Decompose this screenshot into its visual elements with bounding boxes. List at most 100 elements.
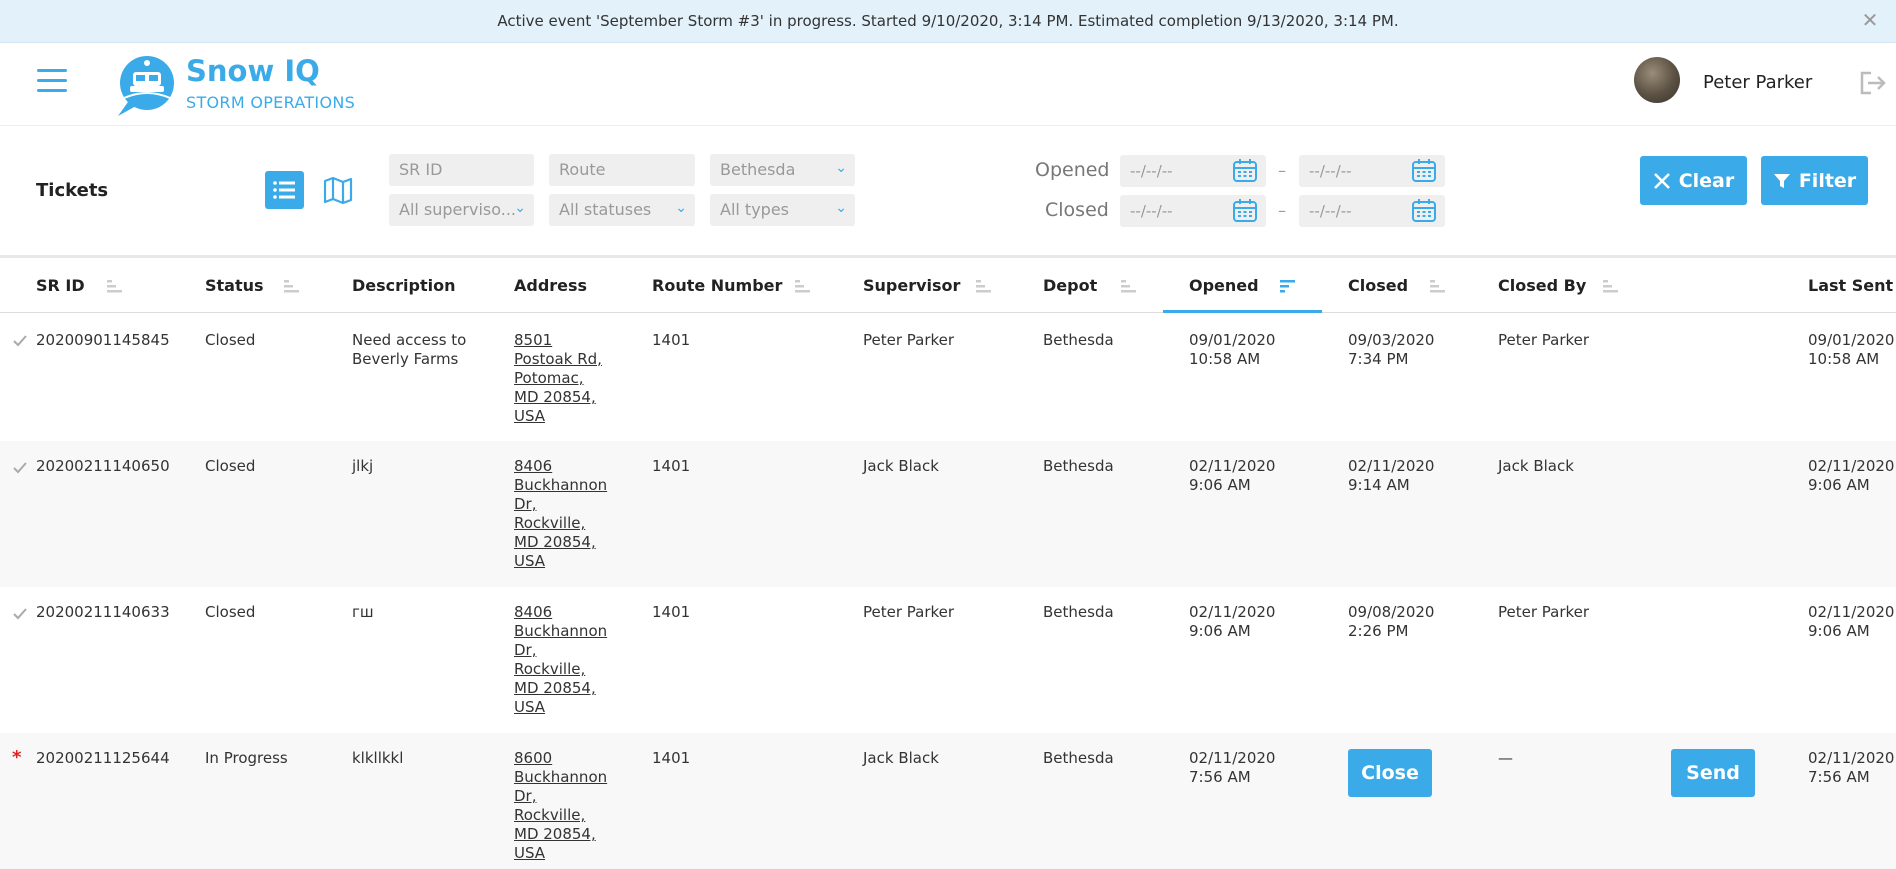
table-row[interactable]: 20200211140650 Closed jlkj 8406 Buckhann… (0, 441, 1896, 587)
depot-cell: Bethesda (1043, 457, 1114, 475)
status-cell: In Progress (205, 749, 288, 767)
sort-icon[interactable] (976, 280, 992, 294)
table-row[interactable]: 20200211140633 Closed гш 8406 Buckhannon… (0, 587, 1896, 733)
close-icon (1653, 172, 1670, 189)
description-cell: гш (352, 603, 374, 621)
route-input[interactable]: Route (549, 154, 695, 186)
closed-to-input[interactable]: --/--/-- (1299, 195, 1445, 227)
sr-id-input[interactable]: SR ID (389, 154, 534, 186)
send-button[interactable]: Send (1671, 749, 1755, 797)
supervisor-select[interactable]: All superviso... ⌄ (389, 194, 534, 226)
column-header-route-number[interactable]: Route Number (652, 276, 782, 295)
sort-icon[interactable] (795, 280, 811, 294)
closed-label: Closed (1045, 199, 1109, 221)
event-banner-message: Active event 'September Storm #3' in pro… (497, 12, 1399, 30)
status-cell: Closed (205, 457, 256, 475)
calendar-icon[interactable] (1232, 158, 1258, 184)
check-icon (13, 335, 27, 347)
sort-active-indicator (1163, 310, 1322, 313)
last-sent-cell: 02/11/2020 9:06 AM (1808, 457, 1895, 494)
description-cell: Need access to Beverly Farms (352, 331, 467, 368)
column-header-supervisor[interactable]: Supervisor (863, 276, 960, 295)
depot-cell: Bethesda (1043, 603, 1114, 621)
sort-active-icon[interactable] (1280, 280, 1296, 294)
column-header-description[interactable]: Description (352, 276, 455, 295)
column-header-depot[interactable]: Depot (1043, 276, 1097, 295)
column-header-address[interactable]: Address (514, 276, 587, 295)
sort-icon[interactable] (1603, 280, 1619, 294)
opened-from-input[interactable]: --/--/-- (1120, 155, 1266, 187)
snow-iq-logo (118, 56, 174, 116)
sort-icon[interactable] (1430, 280, 1446, 294)
check-icon (13, 462, 27, 474)
close-icon[interactable]: ✕ (1860, 10, 1880, 30)
address-link[interactable]: 8501 Postoak Rd, Potomac, MD 20854, USA (514, 331, 624, 426)
user-name[interactable]: Peter Parker (1703, 72, 1812, 93)
closed-by-cell: — (1498, 749, 1513, 767)
table-row[interactable]: 20200901145845 Closed Need access to Bev… (0, 314, 1896, 441)
clear-button[interactable]: Clear (1640, 156, 1747, 205)
hamburger-icon[interactable] (37, 69, 67, 97)
check-icon (13, 608, 27, 620)
status-cell: Closed (205, 331, 256, 349)
description-cell: jlkj (352, 457, 374, 475)
last-sent-cell: 09/01/2020 10:58 AM (1808, 331, 1895, 368)
column-header-sr-id[interactable]: SR ID (36, 276, 85, 295)
list-view-icon (273, 181, 295, 199)
route-cell: 1401 (652, 331, 691, 349)
route-cell: 1401 (652, 603, 691, 621)
app-header: Snow IQ STORM OPERATIONS Peter Parker (0, 43, 1896, 126)
range-separator: – (1278, 201, 1286, 220)
table-row[interactable]: * 20200211125644 In Progress klkllkkl 86… (0, 733, 1896, 869)
sr-id-cell: 20200211140633 (36, 603, 170, 621)
description-cell: klkllkkl (352, 749, 404, 767)
address-link[interactable]: 8406 Buckhannon Dr, Rockville, MD 20854,… (514, 603, 624, 717)
sort-icon[interactable] (1121, 280, 1137, 294)
sort-icon[interactable] (284, 280, 300, 294)
asterisk-icon: * (12, 747, 22, 768)
sr-id-cell: 20200211125644 (36, 749, 170, 767)
column-header-status[interactable]: Status (205, 276, 264, 295)
column-header-opened[interactable]: Opened (1189, 276, 1259, 295)
status-select[interactable]: All statuses ⌄ (549, 194, 695, 226)
depot-select[interactable]: Bethesda ⌄ (710, 154, 855, 186)
filter-bar: Tickets SR ID Route Bethesda ⌄ All super… (0, 126, 1896, 258)
column-header-last-sent[interactable]: Last Sent (1808, 276, 1893, 295)
supervisor-cell: Jack Black (863, 457, 939, 475)
status-cell: Closed (205, 603, 256, 621)
closed-cell: 09/08/2020 2:26 PM (1348, 603, 1435, 640)
sort-icon[interactable] (107, 280, 123, 294)
calendar-icon[interactable] (1411, 198, 1437, 224)
list-view-button[interactable] (265, 171, 304, 209)
map-view-icon[interactable] (321, 173, 355, 207)
closed-by-cell: Peter Parker (1498, 603, 1590, 621)
range-separator: – (1278, 161, 1286, 180)
chevron-down-icon: ⌄ (514, 200, 526, 216)
logout-icon[interactable] (1859, 71, 1887, 95)
close-ticket-button[interactable]: Close (1348, 749, 1432, 797)
type-select[interactable]: All types ⌄ (710, 194, 855, 226)
closed-cell: 09/03/2020 7:34 PM (1348, 331, 1435, 368)
opened-cell: 02/11/2020 9:06 AM (1189, 457, 1276, 494)
brand-subtitle: STORM OPERATIONS (186, 93, 356, 112)
address-link[interactable]: 8406 Buckhannon Dr, Rockville, MD 20854,… (514, 457, 624, 571)
column-header-closed-by[interactable]: Closed By (1498, 276, 1586, 295)
avatar[interactable] (1634, 57, 1680, 103)
opened-to-input[interactable]: --/--/-- (1299, 155, 1445, 187)
depot-cell: Bethesda (1043, 331, 1114, 349)
opened-cell: 09/01/2020 10:58 AM (1189, 331, 1276, 368)
calendar-icon[interactable] (1411, 158, 1437, 184)
closed-from-input[interactable]: --/--/-- (1120, 195, 1266, 227)
last-sent-cell: 02/11/2020 7:56 AM (1808, 749, 1895, 786)
calendar-icon[interactable] (1232, 198, 1258, 224)
address-link[interactable]: 8600 Buckhannon Dr, Rockville, MD 20854,… (514, 749, 624, 863)
supervisor-cell: Jack Black (863, 749, 939, 767)
opened-cell: 02/11/2020 7:56 AM (1189, 749, 1276, 786)
filter-button[interactable]: Filter (1761, 156, 1868, 205)
table-header: SR ID Status Description Address Route N… (0, 258, 1896, 313)
page-title: Tickets (36, 180, 109, 201)
supervisor-cell: Peter Parker (863, 603, 955, 621)
column-header-closed[interactable]: Closed (1348, 276, 1408, 295)
filter-icon (1773, 173, 1790, 188)
event-banner: Active event 'September Storm #3' in pro… (0, 0, 1896, 43)
